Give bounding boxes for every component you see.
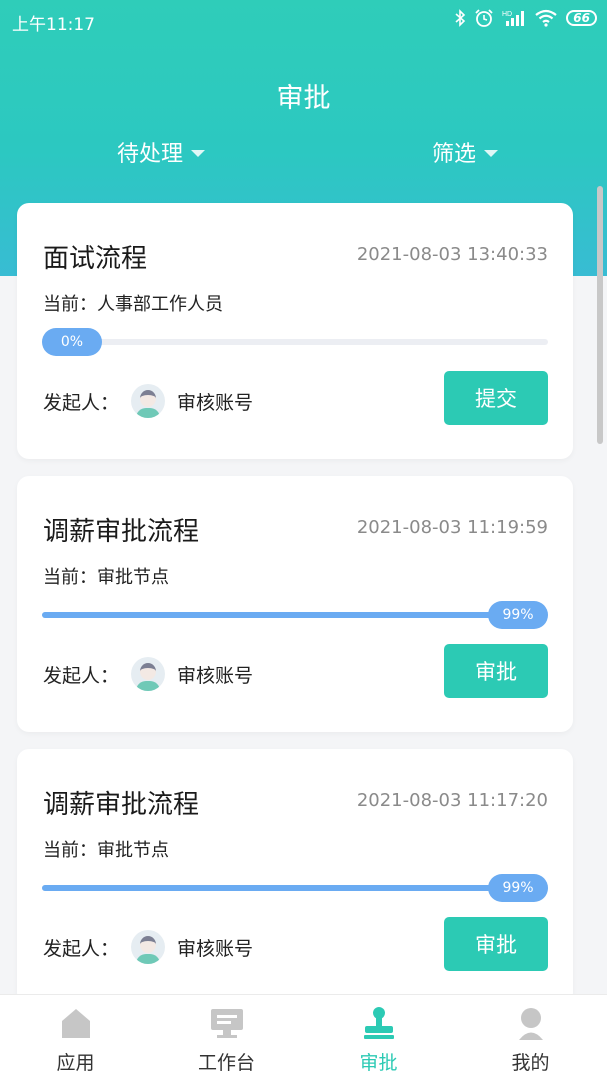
approve-button[interactable]: 审批 [444, 917, 548, 971]
status-icons: HD 66 [454, 8, 597, 28]
avatar [131, 384, 166, 418]
status-filter-label: 待处理 [117, 142, 184, 167]
initiator-name: 审核账号 [177, 391, 254, 414]
card-title: 调薪审批流程 [43, 790, 200, 820]
status-filter-dropdown[interactable]: 待处理 [117, 136, 206, 168]
stamp-icon [361, 1005, 397, 1041]
progress-bar: 99% [42, 874, 548, 902]
signal-icon: HD [502, 9, 526, 27]
battery-indicator: 66 [566, 10, 597, 26]
nav-label: 审批 [359, 1052, 398, 1074]
initiator-label: 发起人： [43, 391, 120, 414]
initiator: 发起人： 审核账号 [43, 384, 253, 418]
submit-button[interactable]: 提交 [444, 371, 548, 425]
initiator-label: 发起人： [43, 664, 120, 687]
nav-item-approval[interactable]: 审批 [303, 995, 454, 1080]
progress-badge: 0% [42, 328, 102, 356]
current-node: 当前：人事部工作人员 [43, 290, 223, 316]
progress-fill [42, 612, 543, 618]
current-node-value: 审批节点 [97, 567, 169, 588]
status-bar: 上午11:17 HD 66 [0, 0, 607, 42]
bottom-nav: 应用 工作台 审批 我的 [0, 994, 607, 1080]
initiator-label: 发起人： [43, 937, 120, 960]
nav-label: 应用 [56, 1052, 95, 1074]
progress-badge: 99% [488, 601, 548, 629]
nav-label: 工作台 [197, 1052, 255, 1074]
user-icon [513, 1005, 549, 1041]
home-icon [58, 1005, 94, 1041]
approval-card[interactable]: 调薪审批流程 2021-08-03 11:17:20 当前：审批节点 99% 发… [17, 749, 573, 1005]
card-title: 面试流程 [43, 244, 148, 274]
caret-down-icon [191, 150, 206, 157]
monitor-icon [209, 1005, 245, 1041]
current-node-value: 人事部工作人员 [97, 294, 223, 315]
initiator: 发起人： 审核账号 [43, 657, 253, 691]
alarm-icon [474, 8, 494, 28]
nav-label: 我的 [511, 1052, 550, 1074]
current-node-value: 审批节点 [97, 840, 169, 861]
initiator-name: 审核账号 [177, 664, 254, 687]
approve-button[interactable]: 审批 [444, 644, 548, 698]
status-time: 上午11:17 [12, 15, 95, 35]
progress-bar: 99% [42, 601, 548, 629]
progress-fill [42, 885, 543, 891]
scrollbar[interactable] [597, 186, 603, 444]
nav-item-mine[interactable]: 我的 [455, 995, 606, 1080]
avatar [131, 657, 166, 691]
wifi-icon [534, 9, 558, 27]
card-timestamp: 2021-08-03 13:40:33 [356, 244, 548, 265]
bluetooth-icon [454, 9, 466, 27]
screen-filter-label: 筛选 [432, 142, 477, 167]
current-node: 当前：审批节点 [43, 836, 169, 862]
progress-badge: 99% [488, 874, 548, 902]
avatar [131, 930, 166, 964]
nav-item-apps[interactable]: 应用 [0, 995, 151, 1080]
nav-item-workbench[interactable]: 工作台 [151, 995, 302, 1080]
current-node-label: 当前： [43, 294, 97, 315]
approval-card[interactable]: 面试流程 2021-08-03 13:40:33 当前：人事部工作人员 0% 发… [17, 203, 573, 459]
page-title: 审批 [276, 83, 331, 114]
initiator-name: 审核账号 [177, 937, 254, 960]
current-node-label: 当前： [43, 567, 97, 588]
current-node: 当前：审批节点 [43, 563, 169, 589]
svg-text:HD: HD [502, 11, 512, 18]
card-timestamp: 2021-08-03 11:17:20 [356, 790, 548, 811]
progress-bar: 0% [42, 328, 548, 356]
current-node-label: 当前： [43, 840, 97, 861]
initiator: 发起人： 审核账号 [43, 930, 253, 964]
caret-down-icon [484, 150, 499, 157]
screen-filter-dropdown[interactable]: 筛选 [432, 136, 499, 168]
card-title: 调薪审批流程 [43, 517, 200, 547]
approval-card[interactable]: 调薪审批流程 2021-08-03 11:19:59 当前：审批节点 99% 发… [17, 476, 573, 732]
card-timestamp: 2021-08-03 11:19:59 [356, 517, 548, 538]
